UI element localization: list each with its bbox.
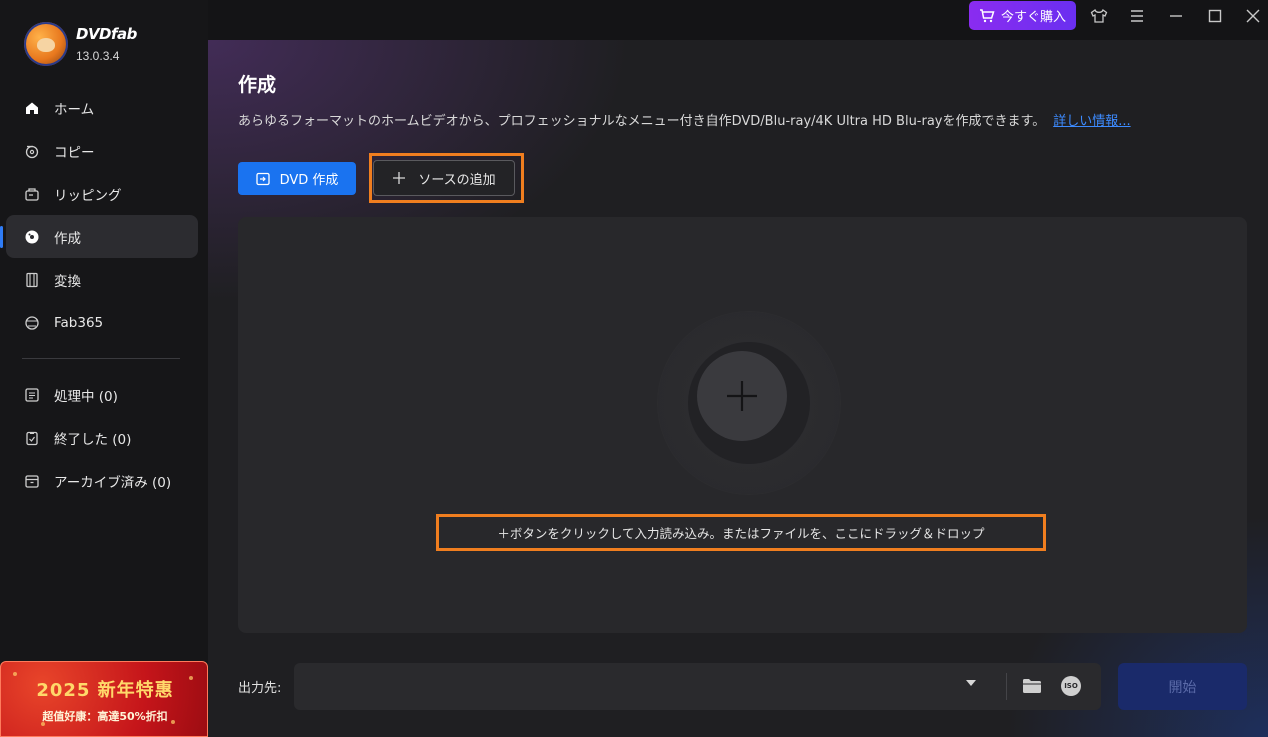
folder-icon[interactable] bbox=[1022, 677, 1042, 699]
skin-icon[interactable] bbox=[1089, 6, 1109, 26]
sidebar-item-finished[interactable]: 終了した (0) bbox=[6, 416, 198, 459]
chevron-down-icon[interactable] bbox=[966, 680, 976, 686]
archive-icon bbox=[24, 473, 40, 489]
main-nav: ホーム コピー リッピング 作成 変換 Fab365 bbox=[0, 86, 198, 344]
fab365-icon bbox=[24, 315, 40, 331]
processing-icon bbox=[24, 387, 40, 403]
description-text: あらゆるフォーマットのホームビデオから、プロフェッショナルなメニュー付き自作DV… bbox=[238, 114, 1046, 129]
drop-hint: ＋ボタンをクリックして入力読み込み。またはファイルを、ここにドラッグ＆ドロップ bbox=[436, 514, 1046, 551]
sidebar-item-label: 終了した (0) bbox=[54, 431, 132, 448]
sidebar: DVDfab 13.0.3.4 ホーム コピー リッピング 作成 変換 Fab3… bbox=[0, 0, 208, 737]
dvd-create-button[interactable]: DVD 作成 bbox=[238, 162, 356, 195]
add-file-button[interactable] bbox=[697, 351, 787, 441]
cart-icon bbox=[979, 8, 995, 22]
main-panel: 作成 あらゆるフォーマットのホームビデオから、プロフェッショナルなメニュー付き自… bbox=[208, 40, 1268, 737]
sidebar-item-ripping[interactable]: リッピング bbox=[6, 172, 198, 215]
sidebar-item-label: Fab365 bbox=[54, 314, 104, 331]
sidebar-item-fab365[interactable]: Fab365 bbox=[6, 301, 198, 344]
output-path-select[interactable]: ISO bbox=[294, 663, 1101, 710]
plus-icon bbox=[727, 381, 757, 411]
close-icon[interactable] bbox=[1243, 6, 1263, 26]
title-bar: 今すぐ購入 bbox=[208, 0, 1268, 40]
sidebar-item-label: コピー bbox=[54, 144, 95, 161]
promo-subtitle: 超值好康：高達50%折扣 bbox=[42, 710, 168, 723]
app-name: DVDfab bbox=[76, 25, 137, 43]
maximize-icon[interactable] bbox=[1205, 6, 1225, 26]
promo-title: 2025 新年特惠 bbox=[36, 680, 174, 701]
add-source-label: ソースの追加 bbox=[418, 172, 496, 188]
home-icon bbox=[24, 100, 40, 116]
start-button[interactable]: 開始 bbox=[1118, 663, 1247, 710]
sidebar-item-archived[interactable]: アーカイブ済み (0) bbox=[6, 459, 198, 502]
more-info-link[interactable]: 詳しい情報... bbox=[1053, 114, 1130, 129]
new-year-promo-banner[interactable]: 2025 新年特惠 超值好康：高達50%折扣 bbox=[0, 661, 208, 737]
buy-now-label: 今すぐ購入 bbox=[1000, 10, 1066, 25]
dvd-create-label: DVD 作成 bbox=[279, 173, 339, 188]
app-logo bbox=[24, 22, 68, 66]
sidebar-item-label: リッピング bbox=[54, 187, 122, 204]
iso-icon[interactable]: ISO bbox=[1061, 676, 1081, 696]
sidebar-item-create[interactable]: 作成 bbox=[0, 215, 198, 258]
plus-icon bbox=[393, 172, 406, 184]
buy-now-button[interactable]: 今すぐ購入 bbox=[969, 1, 1076, 30]
drop-zone[interactable]: ＋ボタンをクリックして入力読み込み。またはファイルを、ここにドラッグ＆ドロップ bbox=[238, 217, 1247, 633]
film-icon bbox=[24, 272, 40, 288]
sidebar-item-label: 作成 bbox=[54, 230, 81, 247]
sidebar-item-label: アーカイブ済み (0) bbox=[54, 474, 172, 491]
sidebar-item-processing[interactable]: 処理中 (0) bbox=[6, 373, 198, 416]
disc-icon bbox=[24, 229, 40, 245]
ripping-icon bbox=[24, 186, 40, 202]
app-version: 13.0.3.4 bbox=[76, 49, 120, 63]
task-nav: 処理中 (0) 終了した (0) アーカイブ済み (0) bbox=[6, 373, 198, 502]
page-title: 作成 bbox=[238, 74, 277, 96]
minimize-icon[interactable] bbox=[1166, 6, 1186, 26]
sidebar-item-copy[interactable]: コピー bbox=[6, 129, 198, 172]
brand: DVDfab 13.0.3.4 bbox=[24, 22, 137, 66]
sidebar-item-label: 変換 bbox=[54, 273, 81, 290]
finished-icon bbox=[24, 430, 40, 446]
page-description: あらゆるフォーマットのホームビデオから、プロフェッショナルなメニュー付き自作DV… bbox=[238, 110, 1131, 129]
output-type-icon bbox=[255, 172, 270, 185]
nav-divider bbox=[22, 358, 180, 359]
output-label: 出力先: bbox=[238, 681, 282, 696]
sidebar-item-convert[interactable]: 変換 bbox=[6, 258, 198, 301]
sidebar-item-home[interactable]: ホーム bbox=[6, 86, 198, 129]
add-source-button[interactable]: ソースの追加 bbox=[373, 160, 515, 196]
menu-icon[interactable] bbox=[1127, 6, 1147, 26]
divider bbox=[1006, 673, 1007, 700]
sidebar-item-label: ホーム bbox=[54, 101, 95, 118]
sidebar-item-label: 処理中 (0) bbox=[54, 388, 118, 405]
copy-icon bbox=[24, 143, 40, 159]
